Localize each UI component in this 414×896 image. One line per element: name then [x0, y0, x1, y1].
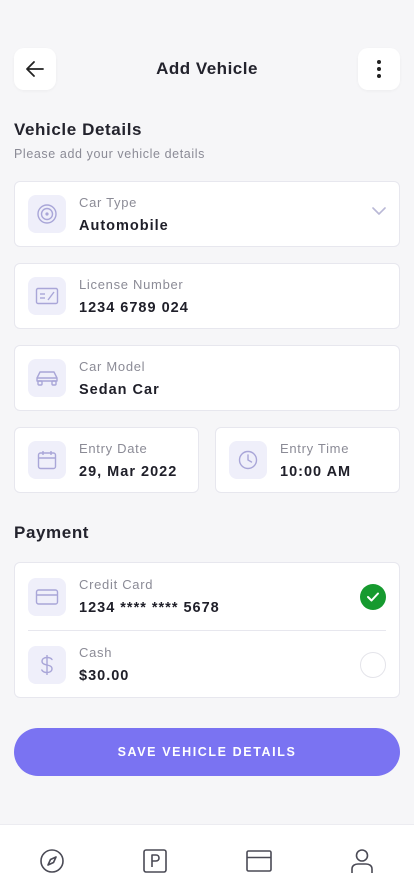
nav-wallet[interactable] — [231, 833, 287, 889]
entry-date-label: Entry Date — [79, 440, 148, 456]
entry-time-value: 10:00 AM — [280, 463, 352, 480]
license-number-value: 1234 6789 024 — [79, 299, 189, 316]
bottom-navigation — [0, 824, 414, 896]
save-vehicle-details-button[interactable]: SAVE VEHICLE DETAILS — [14, 728, 400, 776]
credit-card-value: 1234 **** **** 5678 — [79, 600, 220, 616]
nav-profile[interactable] — [334, 833, 390, 889]
car-type-label: Car Type — [79, 194, 138, 210]
more-vertical-icon — [377, 60, 381, 78]
entry-date-value: 29, Mar 2022 — [79, 463, 178, 480]
car-type-select[interactable]: Car Type Automobile — [14, 181, 400, 247]
payment-option-credit-card[interactable]: Credit Card 1234 **** **** 5678 — [15, 563, 399, 630]
dollar-icon — [28, 645, 66, 684]
back-arrow-icon — [26, 61, 44, 77]
car-model-value: Sedan Car — [79, 381, 160, 398]
checkmark-icon — [367, 592, 379, 601]
nav-explore[interactable] — [24, 833, 80, 889]
credit-card-radio-selected[interactable] — [360, 583, 386, 610]
car-model-label: Car Model — [79, 358, 146, 374]
license-number-field[interactable]: License Number 1234 6789 024 — [14, 263, 400, 329]
back-button[interactable] — [14, 48, 56, 90]
app-header: Add Vehicle — [14, 48, 400, 90]
car-type-value: Automobile — [79, 217, 169, 234]
payment-heading: Payment — [14, 523, 90, 542]
tire-icon — [28, 195, 66, 233]
license-card-icon — [28, 277, 66, 315]
entry-date-field[interactable]: Entry Date 29, Mar 2022 — [14, 427, 199, 493]
car-icon — [28, 359, 66, 397]
license-number-label: License Number — [79, 276, 184, 292]
payment-option-cash[interactable]: Cash $30.00 — [15, 631, 399, 698]
profile-icon — [351, 848, 374, 873]
clock-icon — [229, 441, 267, 479]
cash-label: Cash — [79, 645, 113, 660]
vehicle-details-heading: Vehicle Details — [14, 120, 143, 139]
credit-card-label: Credit Card — [79, 577, 154, 592]
more-options-button[interactable] — [358, 48, 400, 90]
page-title: Add Vehicle — [156, 59, 258, 78]
car-model-field[interactable]: Car Model Sedan Car — [14, 345, 400, 411]
parking-icon — [143, 848, 168, 873]
cash-radio-unselected[interactable] — [360, 651, 386, 678]
cash-value: $30.00 — [79, 668, 130, 684]
vehicle-details-subtitle: Please add your vehicle details — [14, 147, 205, 161]
compass-icon — [39, 848, 64, 873]
credit-card-icon — [28, 577, 66, 616]
entry-time-label: Entry Time — [280, 440, 350, 456]
chevron-down-icon — [372, 207, 386, 215]
entry-time-field[interactable]: Entry Time 10:00 AM — [215, 427, 400, 493]
nav-parking[interactable] — [127, 833, 183, 889]
calendar-icon — [28, 441, 66, 479]
payment-options-card: Credit Card 1234 **** **** 5678 Cash $30… — [14, 562, 400, 698]
wallet-icon — [245, 849, 272, 872]
